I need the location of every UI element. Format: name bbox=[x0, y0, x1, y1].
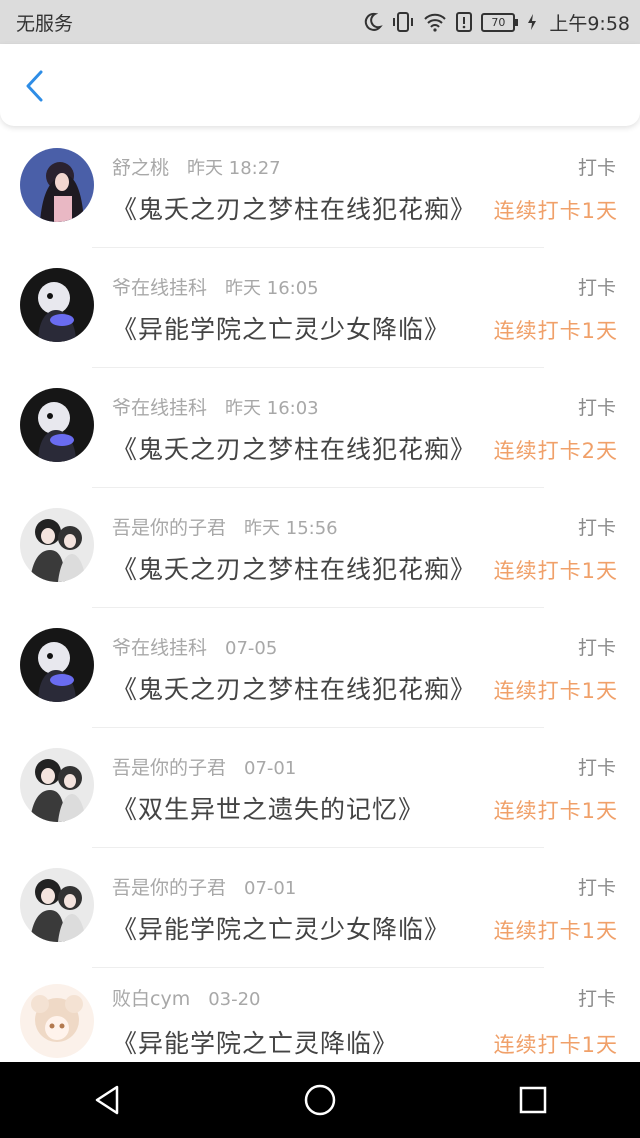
nav-back-button[interactable] bbox=[77, 1070, 137, 1130]
record-time: 03-20 bbox=[208, 989, 261, 1010]
book-title[interactable]: 《鬼夭之刃之梦柱在线犯花痴》 bbox=[112, 190, 476, 226]
record-time: 昨天 18:27 bbox=[187, 158, 281, 179]
avatar[interactable] bbox=[20, 748, 94, 822]
checkin-list: 舒之桃 昨天 18:27 打卡 《鬼夭之刃之梦柱在线犯花痴》 连续打卡1天 爷在线… bbox=[0, 128, 640, 1062]
record-time: 昨天 16:03 bbox=[225, 398, 319, 419]
avatar[interactable] bbox=[20, 984, 94, 1058]
record-meta: 吾是你的子君 昨天 15:56 bbox=[112, 513, 338, 540]
back-button[interactable] bbox=[16, 68, 52, 104]
list-item[interactable]: 败白cym 03-20 打卡 《异能学院之亡灵降临》 连续打卡1天 bbox=[0, 968, 640, 1062]
book-title[interactable]: 《双生异世之遗失的记忆》 bbox=[112, 790, 424, 826]
avatar[interactable] bbox=[20, 148, 94, 222]
book-title[interactable]: 《异能学院之亡灵少女降临》 bbox=[112, 910, 450, 946]
status-icons: 70 上午9:58 bbox=[361, 9, 630, 36]
record-meta: 吾是你的子君 07-01 bbox=[112, 873, 296, 900]
charging-icon bbox=[527, 13, 537, 31]
username[interactable]: 舒之桃 bbox=[112, 157, 169, 179]
wifi-icon bbox=[423, 12, 447, 32]
list-item[interactable]: 爷在线挂科 昨天 16:05 打卡 《异能学院之亡灵少女降临》 连续打卡1天 bbox=[0, 248, 640, 368]
list-item[interactable]: 爷在线挂科 07-05 打卡 《鬼夭之刃之梦柱在线犯花痴》 连续打卡1天 bbox=[0, 608, 640, 728]
record-time: 昨天 15:56 bbox=[244, 518, 338, 539]
record-kind: 打卡 bbox=[577, 517, 616, 539]
avatar[interactable] bbox=[20, 388, 94, 462]
avatar[interactable] bbox=[20, 508, 94, 582]
record-kind: 打卡 bbox=[577, 988, 616, 1010]
record-time: 07-05 bbox=[225, 638, 278, 659]
record-time: 07-01 bbox=[244, 878, 297, 899]
status-bar: 无服务 70 上午9:58 bbox=[0, 0, 640, 44]
record-kind: 打卡 bbox=[577, 877, 616, 899]
clock: 上午9:58 bbox=[549, 12, 630, 35]
username[interactable]: 败白cym bbox=[112, 988, 190, 1010]
username[interactable]: 吾是你的子君 bbox=[112, 517, 226, 539]
streak-label: 连续打卡1天 bbox=[493, 559, 618, 583]
avatar[interactable] bbox=[20, 868, 94, 942]
book-title[interactable]: 《鬼夭之刃之梦柱在线犯花痴》 bbox=[112, 550, 476, 586]
streak-label: 连续打卡1天 bbox=[493, 319, 618, 343]
record-kind: 打卡 bbox=[577, 397, 616, 419]
system-nav-bar bbox=[0, 1062, 640, 1138]
top-header bbox=[0, 44, 640, 126]
streak-label: 连续打卡1天 bbox=[493, 799, 618, 823]
record-time: 07-01 bbox=[244, 758, 297, 779]
streak-label: 连续打卡1天 bbox=[493, 1033, 618, 1057]
list-item[interactable]: 吾是你的子君 07-01 打卡 《异能学院之亡灵少女降临》 连续打卡1天 bbox=[0, 848, 640, 968]
book-title[interactable]: 《异能学院之亡灵降临》 bbox=[112, 1024, 398, 1060]
nav-recents-button[interactable] bbox=[503, 1070, 563, 1130]
home-circle-icon bbox=[304, 1084, 336, 1116]
chevron-left-icon bbox=[26, 70, 43, 102]
record-meta: 败白cym 03-20 bbox=[112, 984, 261, 1011]
record-kind: 打卡 bbox=[577, 637, 616, 659]
username[interactable]: 吾是你的子君 bbox=[112, 757, 226, 779]
streak-label: 连续打卡1天 bbox=[493, 199, 618, 223]
moon-icon bbox=[361, 11, 384, 33]
sim-alert-icon bbox=[455, 11, 473, 33]
username[interactable]: 爷在线挂科 bbox=[112, 637, 207, 659]
back-triangle-icon bbox=[95, 1085, 118, 1115]
record-time: 昨天 16:05 bbox=[225, 278, 319, 299]
book-title[interactable]: 《异能学院之亡灵少女降临》 bbox=[112, 310, 450, 346]
avatar[interactable] bbox=[20, 628, 94, 702]
record-meta: 舒之桃 昨天 18:27 bbox=[112, 153, 281, 180]
book-title[interactable]: 《鬼夭之刃之梦柱在线犯花痴》 bbox=[112, 430, 476, 466]
recents-square-icon bbox=[520, 1086, 547, 1114]
streak-label: 连续打卡2天 bbox=[493, 439, 618, 463]
streak-label: 连续打卡1天 bbox=[493, 679, 618, 703]
list-item[interactable]: 吾是你的子君 07-01 打卡 《双生异世之遗失的记忆》 连续打卡1天 bbox=[0, 728, 640, 848]
record-kind: 打卡 bbox=[577, 277, 616, 299]
record-kind: 打卡 bbox=[577, 157, 616, 179]
record-meta: 爷在线挂科 昨天 16:05 bbox=[112, 273, 319, 300]
list-item[interactable]: 爷在线挂科 昨天 16:03 打卡 《鬼夭之刃之梦柱在线犯花痴》 连续打卡2天 bbox=[0, 368, 640, 488]
list-item[interactable]: 吾是你的子君 昨天 15:56 打卡 《鬼夭之刃之梦柱在线犯花痴》 连续打卡1天 bbox=[0, 488, 640, 608]
username[interactable]: 吾是你的子君 bbox=[112, 877, 226, 899]
avatar[interactable] bbox=[20, 268, 94, 342]
record-kind: 打卡 bbox=[577, 757, 616, 779]
carrier-label: 无服务 bbox=[16, 12, 74, 35]
record-meta: 爷在线挂科 昨天 16:03 bbox=[112, 393, 319, 420]
streak-label: 连续打卡1天 bbox=[493, 919, 618, 943]
battery-icon: 70 bbox=[481, 12, 519, 32]
vibrate-icon bbox=[391, 11, 415, 33]
nav-home-button[interactable] bbox=[290, 1070, 350, 1130]
record-meta: 爷在线挂科 07-05 bbox=[112, 633, 277, 660]
record-meta: 吾是你的子君 07-01 bbox=[112, 753, 296, 780]
app-root: 无服务 70 上午9:58 舒之桃 昨天 18:27 打卡 《鬼夭之刃之梦柱在线… bbox=[0, 0, 640, 1138]
username[interactable]: 爷在线挂科 bbox=[112, 397, 207, 419]
list-item[interactable]: 舒之桃 昨天 18:27 打卡 《鬼夭之刃之梦柱在线犯花痴》 连续打卡1天 bbox=[0, 128, 640, 248]
username[interactable]: 爷在线挂科 bbox=[112, 277, 207, 299]
book-title[interactable]: 《鬼夭之刃之梦柱在线犯花痴》 bbox=[112, 670, 476, 706]
